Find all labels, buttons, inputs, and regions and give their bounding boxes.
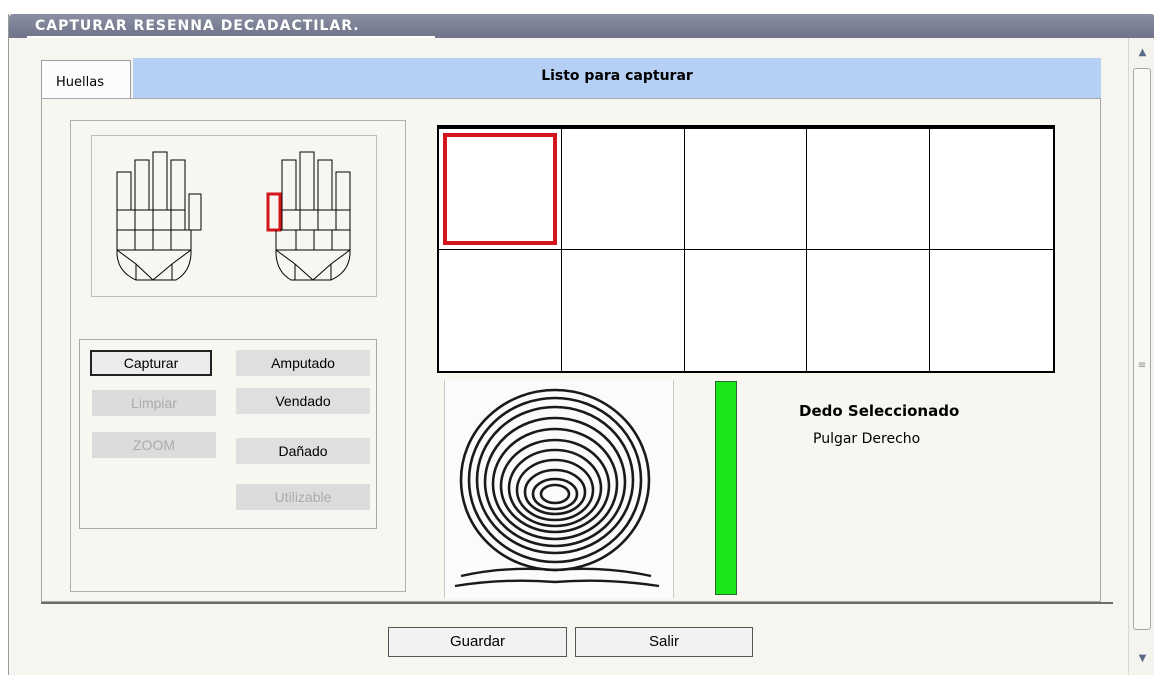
right-hand-icon	[266, 151, 351, 281]
scrollbar-thumb[interactable]: ≡	[1133, 68, 1151, 630]
selected-finger-value: Pulgar Derecho	[813, 431, 921, 447]
utilizable-button[interactable]: Utilizable	[236, 484, 370, 510]
finger-slot-2[interactable]	[561, 129, 685, 250]
vendado-button[interactable]: Vendado	[236, 388, 370, 414]
quality-meter-fill	[716, 382, 736, 594]
controls-group: Capturar Limpiar ZOOM Amputado Vendado D…	[70, 120, 406, 592]
panel-divider	[41, 602, 1113, 604]
fingerprint-preview	[444, 380, 674, 598]
scroll-down-arrow-icon[interactable]: ▼	[1129, 650, 1154, 668]
amputado-button[interactable]: Amputado	[236, 350, 370, 376]
finger-slot-7[interactable]	[562, 250, 685, 371]
guardar-button[interactable]: Guardar	[388, 627, 567, 657]
fingerprint-icon	[445, 388, 673, 598]
vertical-scrollbar[interactable]: ▲ ≡ ▼	[1128, 38, 1154, 675]
selected-finger-title: Dedo Seleccionado	[799, 402, 960, 420]
finger-slot-5[interactable]	[930, 129, 1053, 250]
tab-panel-huellas: Capturar Limpiar ZOOM Amputado Vendado D…	[41, 98, 1101, 602]
finger-slot-4[interactable]	[807, 129, 931, 250]
finger-slot-1[interactable]	[439, 129, 562, 250]
status-text: Listo para capturar	[541, 68, 693, 84]
title-bar[interactable]: CAPTURAR RESENNA DECADACTILAR.	[9, 14, 1154, 38]
capturar-button[interactable]: Capturar	[90, 350, 212, 376]
left-hand-icon	[116, 151, 202, 281]
finger-slot-9[interactable]	[807, 250, 931, 371]
finger-slot-3[interactable]	[684, 129, 808, 250]
salir-button[interactable]: Salir	[575, 627, 753, 657]
danado-button[interactable]: Dañado	[236, 438, 370, 464]
tab-huellas-label: Huellas	[56, 75, 104, 90]
quality-meter	[715, 381, 737, 595]
scrollbar-grip-icon: ≡	[1137, 360, 1147, 371]
tab-huellas[interactable]: Huellas	[41, 60, 131, 98]
finger-slot-10[interactable]	[930, 250, 1053, 371]
dialog-window: CAPTURAR RESENNA DECADACTILAR. ▲ ≡ ▼ Hue…	[8, 14, 1154, 675]
hands-diagram	[91, 135, 377, 297]
finger-grid	[437, 125, 1055, 373]
finger-slot-8[interactable]	[685, 250, 808, 371]
actions-group: Capturar Limpiar ZOOM Amputado Vendado D…	[79, 339, 377, 529]
status-banner: Listo para capturar	[133, 58, 1101, 98]
title-underline	[27, 36, 435, 38]
limpiar-button[interactable]: Limpiar	[92, 390, 216, 416]
zoom-button[interactable]: ZOOM	[92, 432, 216, 458]
window-title: CAPTURAR RESENNA DECADACTILAR.	[35, 18, 360, 34]
scroll-up-arrow-icon[interactable]: ▲	[1129, 44, 1154, 62]
hand-outline-icon	[116, 151, 351, 281]
finger-slot-6[interactable]	[439, 250, 562, 371]
